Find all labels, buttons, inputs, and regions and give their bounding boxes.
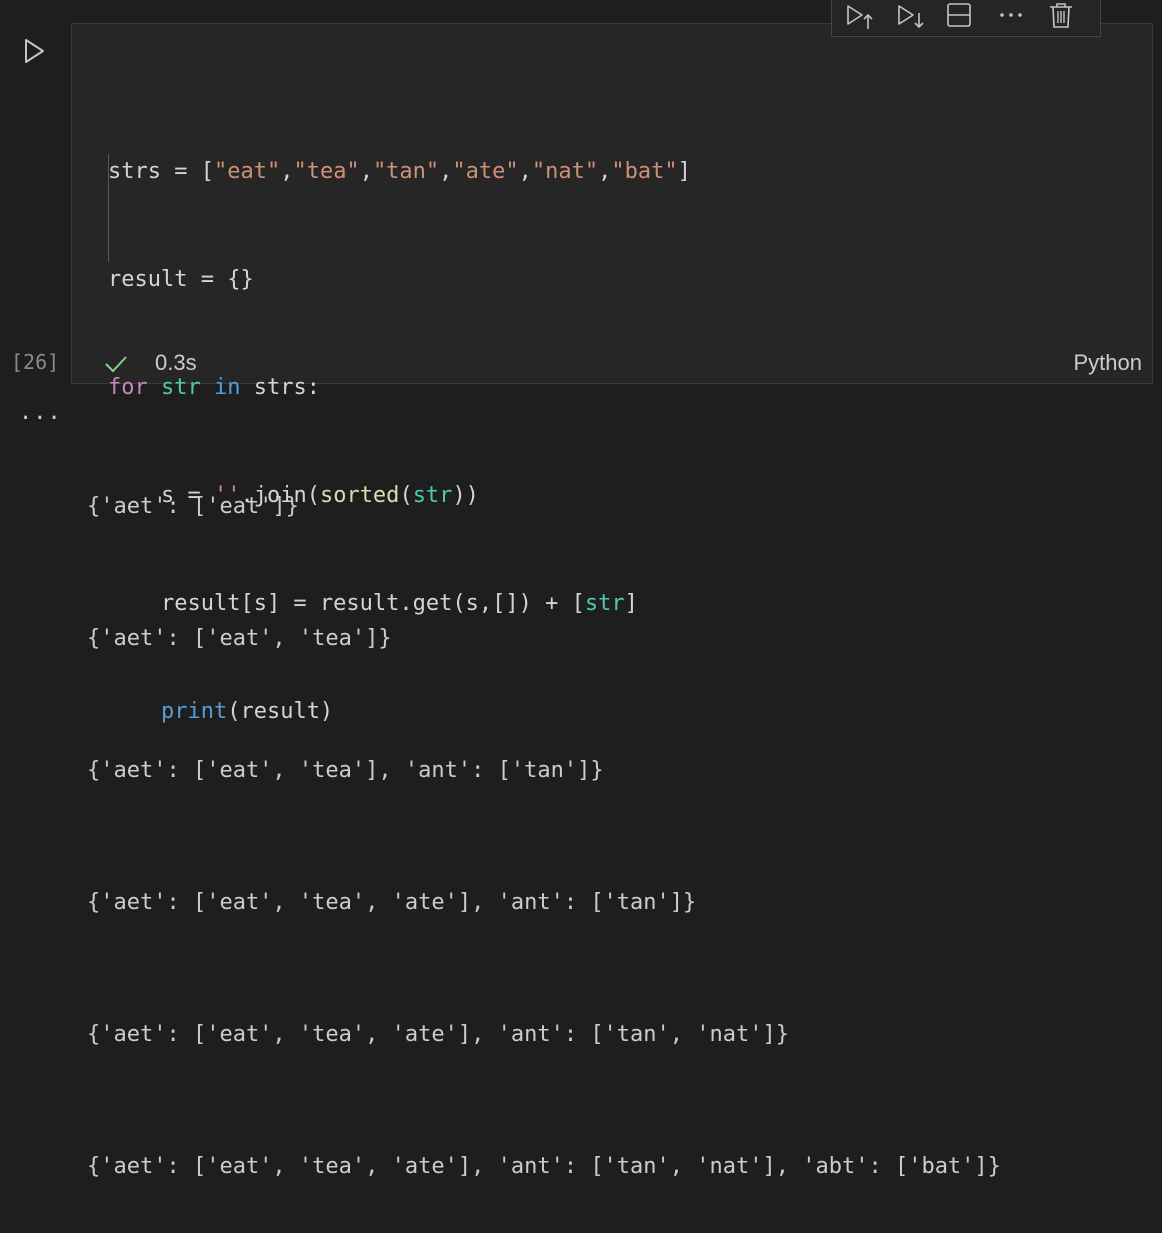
play-icon xyxy=(25,39,44,63)
run-above-button[interactable] xyxy=(844,3,895,31)
language-selector[interactable]: Python xyxy=(1074,350,1143,376)
more-actions-button[interactable] xyxy=(998,3,1049,31)
split-cell-button[interactable] xyxy=(946,2,997,31)
ellipsis-icon xyxy=(999,12,1022,17)
run-below-icon xyxy=(898,4,924,28)
indent-guide xyxy=(108,154,109,262)
code-line-2: result = {} xyxy=(108,267,254,292)
code-line-1: strs = ["eat","tea","tan","ate","nat","b… xyxy=(108,159,691,184)
output-line: {'aet': ['eat']} xyxy=(87,494,299,519)
code-cell[interactable]: strs = ["eat","tea","tan","ate","nat","b… xyxy=(71,23,1153,724)
cell-output: {'aet': ['eat']} {'aet': ['eat', 'tea']}… xyxy=(87,397,1001,1233)
run-above-icon xyxy=(847,4,873,29)
output-line: {'aet': ['eat', 'tea', 'ate'], 'ant': ['… xyxy=(87,1022,789,1047)
output-line: {'aet': ['eat', 'tea', 'ate'], 'ant': ['… xyxy=(87,890,697,915)
run-below-button[interactable] xyxy=(895,3,946,31)
output-line: {'aet': ['eat', 'tea']} xyxy=(87,626,392,651)
check-icon xyxy=(105,356,127,373)
cell-toolbar xyxy=(831,0,1101,37)
execution-time: 0.3s xyxy=(155,350,197,375)
split-cell-icon xyxy=(947,2,972,27)
output-line: {'aet': ['eat', 'tea'], 'ant': ['tan']} xyxy=(87,758,604,783)
trash-icon xyxy=(1049,2,1072,28)
output-more-button[interactable]: ... xyxy=(19,400,62,425)
execution-count: [26] xyxy=(11,350,60,374)
output-line: {'aet': ['eat', 'tea', 'ate'], 'ant': ['… xyxy=(87,1154,1001,1179)
run-cell-button[interactable] xyxy=(20,36,48,66)
delete-cell-button[interactable] xyxy=(1049,2,1100,31)
